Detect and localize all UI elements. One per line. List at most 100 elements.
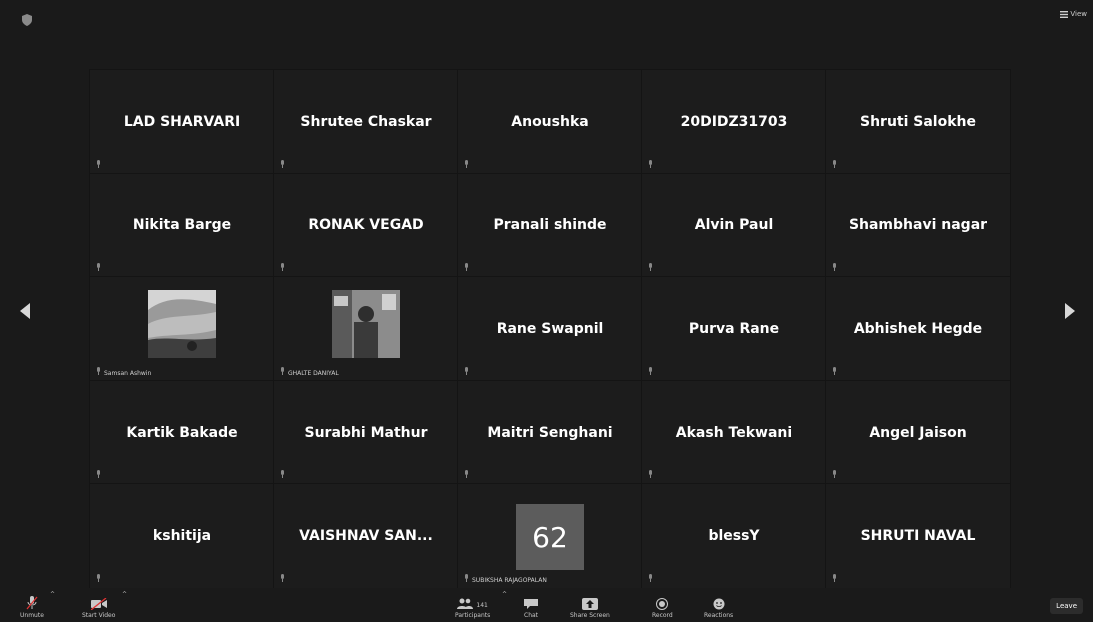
participant-tile[interactable]: Shruti Salokhe [825,69,1011,175]
participant-tile[interactable]: Shrutee Chaskar [273,69,459,175]
muted-mic-icon [833,573,836,582]
muted-mic-icon [649,263,652,272]
participant-name: Kartik Bakade [126,424,238,441]
participant-name: kshitija [152,528,212,545]
muted-mic-icon [833,159,836,168]
start-video-button[interactable]: Start Video [82,598,115,619]
participant-tile[interactable]: Surabhi Mathur [273,379,459,486]
participant-name: RONAK VEGAD [308,217,424,234]
participant-tile[interactable]: Nikita Barge [89,172,275,279]
audio-options-caret[interactable]: ^ [50,591,55,598]
participant-name: Abhishek Hegde [853,320,983,337]
participant-video-feed [332,290,400,359]
participant-tile[interactable]: Akash Tekwani [641,379,827,486]
participant-name: Maitri Senghani [487,424,613,441]
participant-name: Purva Rane [688,320,780,337]
participant-name: Rane Swapnil [496,320,604,337]
video-off-icon [90,598,107,610]
participant-name: Alvin Paul [694,217,774,234]
participants-options-caret[interactable]: ^ [502,591,507,598]
participant-tile[interactable]: VAISHNAV SAN... [273,483,459,589]
participant-name: Nikita Barge [132,217,232,234]
view-button[interactable]: View [1060,10,1087,18]
share-screen-icon [581,598,598,610]
muted-mic-icon [833,470,836,479]
record-button[interactable]: Record [652,598,673,619]
participant-label: GHALTE DANIYAL [288,369,339,377]
participant-name: Angel Jaison [869,424,967,441]
participant-tile[interactable]: Purva Rane [641,276,827,382]
reactions-button[interactable]: Reactions [704,598,733,619]
participant-tile[interactable]: blessY [641,483,827,589]
participant-tile[interactable]: SHRUTI NAVAL [825,483,1011,589]
chat-icon [524,599,539,609]
participant-tile[interactable]: Rane Swapnil [457,276,643,382]
participant-video-tile[interactable]: Samsan Ashwin [89,276,275,382]
muted-mic-icon [281,263,284,272]
muted-mic-icon [649,573,652,582]
participant-tile[interactable]: kshitija [89,483,275,589]
muted-mic-icon [281,366,284,375]
grid-view-icon [1060,10,1069,18]
participant-name: blessY [708,528,760,545]
participant-name: Surabhi Mathur [304,424,428,441]
next-page-arrow[interactable] [1065,303,1075,319]
participant-tile[interactable]: Alvin Paul [641,172,827,279]
participant-tile[interactable]: Kartik Bakade [89,379,275,486]
muted-mic-icon [465,263,468,272]
start-video-label: Start Video [82,612,116,619]
participant-label: Samsan Ashwin [104,369,152,377]
muted-mic-icon [281,159,284,168]
participant-name: 20DIDZ31703 [680,113,788,130]
participant-tile[interactable]: 62 SUBIKSHA RAJAGOPALAN [457,483,643,589]
participant-avatar-badge: 62 [516,504,584,571]
participant-name: SHRUTI NAVAL [860,528,976,545]
gallery-grid: LAD SHARVARI Shrutee Chaskar Anoushka 20… [89,69,1011,589]
muted-mic-icon [97,263,100,272]
muted-mic-icon [97,366,100,375]
participant-video-feed [148,290,216,359]
participant-tile[interactable]: LAD SHARVARI [89,69,275,175]
participant-tile[interactable]: Anoushka [457,69,643,175]
participant-tile[interactable]: Shambhavi nagar [825,172,1011,279]
video-options-caret[interactable]: ^ [122,591,127,598]
participant-label: SUBIKSHA RAJAGOPALAN [472,576,547,584]
muted-mic-icon [281,470,284,479]
record-icon [656,598,669,610]
participant-name: Anoushka [511,113,589,130]
muted-mic-icon [833,366,836,375]
participant-tile[interactable]: Angel Jaison [825,379,1011,486]
muted-mic-icon [465,159,468,168]
muted-microphone-icon [26,596,38,610]
participant-tile[interactable]: RONAK VEGAD [273,172,459,279]
participant-tile[interactable]: Maitri Senghani [457,379,643,486]
participants-count: 141 [476,601,488,609]
shield-icon[interactable] [22,14,32,26]
participant-name: Shruti Salokhe [859,113,976,130]
participants-button[interactable]: 141 Participants [455,598,490,619]
share-screen-label: Share Screen [570,612,610,619]
participant-tile[interactable]: 20DIDZ31703 [641,69,827,175]
unmute-button[interactable]: Unmute [20,596,44,619]
chat-button[interactable]: Chat [524,598,538,619]
share-screen-button[interactable]: Share Screen [570,598,610,619]
participant-video-tile[interactable]: GHALTE DANIYAL [273,276,459,382]
muted-mic-icon [465,366,468,375]
muted-mic-icon [465,470,468,479]
meeting-toolbar: Unmute ^ Start Video ^ 141 Participants … [0,588,1093,622]
previous-page-arrow[interactable] [20,303,30,319]
participant-name: Pranali shinde [493,217,607,234]
muted-mic-icon [649,366,652,375]
participant-tile[interactable]: Pranali shinde [457,172,643,279]
unmute-label: Unmute [20,612,44,619]
muted-mic-icon [649,470,652,479]
participant-name: Akash Tekwani [675,424,793,441]
muted-mic-icon [281,573,284,582]
reactions-label: Reactions [704,612,734,619]
participant-name: Shambhavi nagar [848,217,988,234]
reactions-icon [713,598,725,610]
view-label: View [1070,10,1087,18]
leave-button[interactable]: Leave [1050,598,1083,614]
chat-label: Chat [524,612,539,619]
participant-tile[interactable]: Abhishek Hegde [825,276,1011,382]
